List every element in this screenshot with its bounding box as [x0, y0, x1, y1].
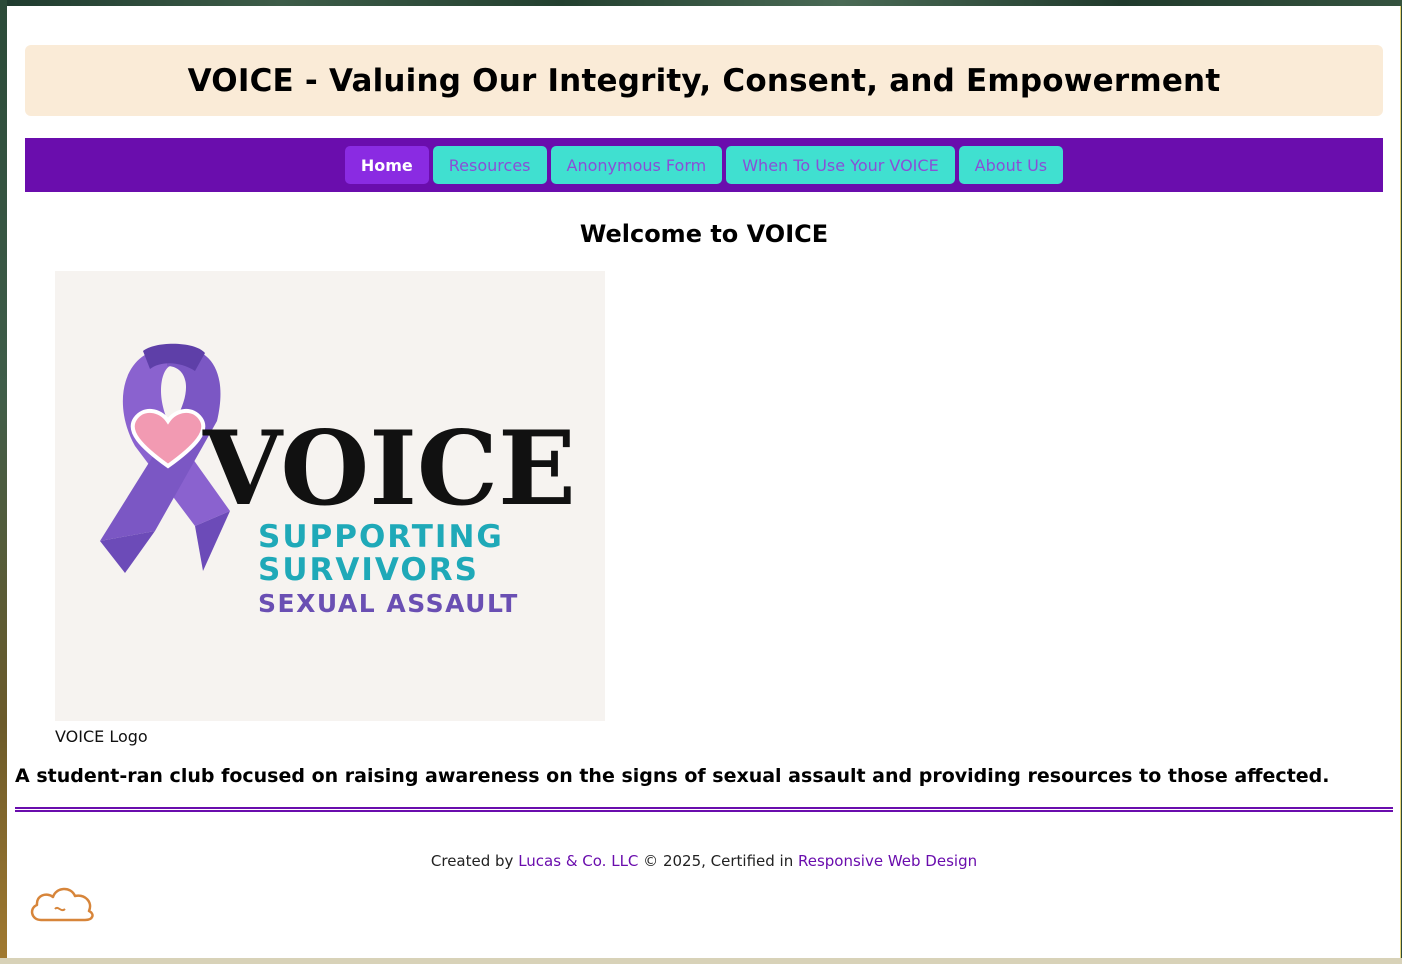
logo-graphic: VOICE SUPPORTING SURVIVORS SEXUAL ASSAUL…: [100, 343, 576, 618]
nav-resources[interactable]: Resources: [432, 146, 547, 184]
footer-cert-link[interactable]: Responsive Web Design: [798, 852, 977, 870]
club-tagline: A student-ran club focused on raising aw…: [15, 765, 1330, 787]
desktop-backdrop-left: [0, 0, 7, 964]
nav-when-to-use-voice[interactable]: When To Use Your VOICE: [726, 146, 955, 184]
nav-anonymous-form[interactable]: Anonymous Form: [550, 146, 723, 184]
logo-caption: VOICE Logo: [55, 727, 148, 746]
nav-about-us[interactable]: About Us: [958, 146, 1064, 184]
footer-middle: © 2025, Certified in: [638, 852, 798, 870]
logo-line-1: SUPPORTING: [258, 519, 504, 555]
footer-prefix: Created by: [430, 852, 519, 870]
site-title: VOICE - Valuing Our Integrity, Consent, …: [187, 62, 1221, 99]
cloud-icon[interactable]: [27, 880, 97, 926]
logo-line-2: SURVIVORS: [258, 552, 479, 588]
logo-line-3: SEXUAL ASSAULT: [258, 589, 519, 618]
footer: Created by Lucas & Co. LLC © 2025, Certi…: [7, 852, 1401, 870]
section-divider: [15, 807, 1393, 812]
web-page: VOICE - Valuing Our Integrity, Consent, …: [7, 6, 1401, 958]
voice-logo-image: VOICE SUPPORTING SURVIVORS SEXUAL ASSAUL…: [55, 271, 605, 721]
desktop-backdrop-bottom: [0, 958, 1402, 964]
nav-home[interactable]: Home: [344, 146, 429, 184]
footer-company-link[interactable]: Lucas & Co. LLC: [518, 852, 638, 870]
welcome-heading: Welcome to VOICE: [579, 220, 829, 248]
logo-wordmark: VOICE: [202, 409, 576, 529]
header-banner: VOICE - Valuing Our Integrity, Consent, …: [25, 45, 1383, 116]
main-nav: Home Resources Anonymous Form When To Us…: [25, 138, 1383, 192]
